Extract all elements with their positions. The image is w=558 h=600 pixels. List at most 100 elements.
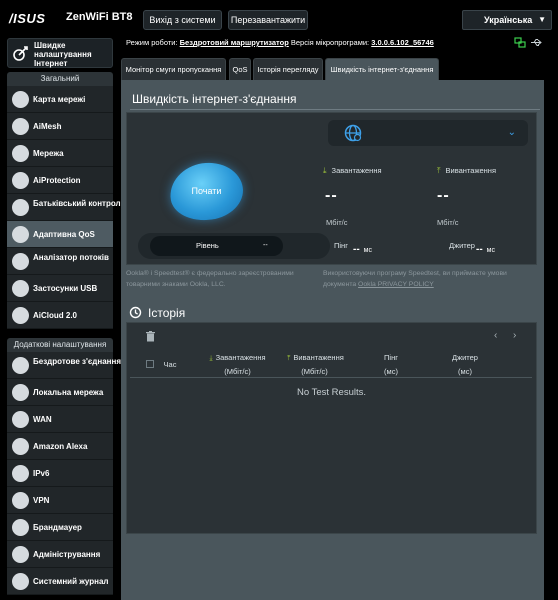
sidebar-item[interactable]: Бездротове з'єднання	[7, 352, 121, 379]
sidebar-item[interactable]: IPv6	[7, 460, 113, 487]
upload-arrow-icon: ⤒	[437, 166, 441, 175]
sidebar-item[interactable]: VPN	[7, 487, 113, 514]
usb-apps-icon	[12, 280, 29, 297]
wan-icon	[12, 411, 29, 428]
col-upload: ⤒ Вивантаження	[283, 352, 348, 364]
aimesh-status-icon[interactable]	[514, 37, 526, 48]
sidebar-item[interactable]: Карта мережі	[7, 86, 113, 113]
tab-internet-speed[interactable]: Швидкість інтернет-з'єднання	[325, 58, 439, 80]
upload-label: Вивантаження	[445, 166, 497, 175]
chevron-right-icon[interactable]: ›	[513, 330, 516, 341]
col-upload-unit: (Мбіт/с)	[301, 367, 328, 376]
sidebar-item-label: AiCloud 2.0	[33, 311, 78, 320]
aiprotection-icon	[12, 172, 29, 189]
tab-bandwidth-monitor[interactable]: Монітор смуги пропускання	[121, 58, 226, 80]
upload-label-row: ⤒ Вивантаження	[437, 166, 496, 176]
reboot-button[interactable]: Перезавантажити	[228, 10, 308, 30]
general-header: Загальний	[7, 72, 113, 86]
ookla-trademark-note: Ookla® і Speedtest® є федерально зареєст…	[126, 270, 294, 288]
logout-button[interactable]: Вихід з системи	[143, 10, 222, 30]
trash-icon[interactable]	[146, 331, 155, 342]
sidebar-item-label: AiProtection	[33, 176, 81, 185]
download-unit: Мбіт/с	[326, 218, 348, 227]
page-title: Швидкість інтернет-з'єднання	[132, 92, 297, 106]
vpn-icon	[12, 492, 29, 509]
ipv6-icon	[12, 465, 29, 482]
sidebar-item[interactable]: Мережа	[7, 140, 113, 167]
model-name: ZenWiFi BT8	[66, 11, 133, 23]
tab-qos[interactable]: QoS	[229, 58, 251, 80]
download-arrow-icon: ⤓	[323, 166, 327, 175]
sidebar-item[interactable]: Аналізатор потоків	[7, 248, 113, 275]
sidebar-item[interactable]: Застосунки USB	[7, 275, 113, 302]
aimesh-icon	[12, 118, 29, 135]
col-time: Час	[163, 360, 177, 369]
ping-value-row: -- мс	[347, 244, 372, 255]
col-ping-unit: (мс)	[384, 367, 398, 376]
go-button[interactable]: Почати	[166, 158, 247, 225]
col-download: ⤓ Завантаження	[205, 352, 270, 364]
sidebar-item[interactable]: Amazon Alexa	[7, 433, 113, 460]
chevron-left-icon[interactable]: ‹	[494, 330, 497, 341]
network-icon	[12, 145, 29, 162]
system-log-icon	[12, 573, 29, 590]
col-jitter: Джитер	[452, 353, 478, 362]
sidebar-item-label: VPN	[33, 496, 50, 505]
download-value: --	[325, 187, 338, 204]
col-jitter-unit: (мс)	[458, 367, 472, 376]
chevron-down-icon: ▼	[538, 15, 546, 24]
jitter-unit: мс	[486, 247, 495, 254]
sidebar-item-label: Бездротове з'єднання	[33, 357, 121, 366]
upload-value: --	[437, 187, 450, 204]
history-title: Історія	[148, 306, 186, 320]
sidebar-item[interactable]: Системний журнал	[7, 568, 113, 595]
go-button-label: Почати	[191, 186, 222, 196]
mode-value-link[interactable]: Бездротовий маршрутизатор	[180, 38, 289, 47]
ping-unit: мс	[363, 247, 372, 254]
quick-setup-icon	[13, 46, 28, 61]
download-label: Завантаження	[331, 166, 382, 175]
privacy-policy-link[interactable]: Ookla PRIVACY POLICY	[358, 281, 434, 288]
sidebar-item[interactable]: Локальна мережа	[7, 379, 113, 406]
sidebar-item-label: Мережа	[33, 149, 64, 158]
sidebar-item[interactable]: AiCloud 2.0	[7, 302, 113, 329]
language-select[interactable]: Українська ▼	[462, 10, 552, 30]
sidebar-item[interactable]: Адаптивна QoS	[7, 221, 113, 248]
history-icon	[129, 306, 142, 319]
col-upload-label: Вивантаження	[293, 353, 344, 362]
firmware-label: Версія мікропрограми:	[290, 38, 370, 47]
usb-status-icon[interactable]	[530, 37, 542, 48]
traffic-analyzer-icon	[12, 253, 29, 270]
tab-web-history[interactable]: Історія перегляду	[253, 58, 323, 80]
administration-icon	[12, 546, 29, 563]
sidebar-item[interactable]: Батьківський контроль	[7, 194, 126, 221]
chevron-down-icon: ⌄	[507, 127, 516, 138]
language-value: Українська	[484, 15, 533, 25]
advanced-nav-list: Бездротове з'єднання Локальна мережа WAN Am…	[7, 352, 121, 595]
network-map-icon	[12, 91, 29, 108]
wireless-icon	[12, 357, 29, 374]
firmware-value-link[interactable]: 3.0.0.6.102_56746	[371, 38, 434, 47]
jitter-value-row: -- мс	[470, 244, 495, 255]
sidebar-item[interactable]: Адміністрування	[7, 541, 113, 568]
server-select[interactable]: ⌄	[328, 120, 528, 146]
col-ping: Пінг	[384, 353, 398, 362]
sidebar-item-label: AiMesh	[33, 122, 62, 131]
asus-logo[interactable]: /ISUS	[9, 11, 45, 26]
globe-icon	[344, 124, 362, 142]
sidebar-item[interactable]: AiMesh	[7, 113, 113, 140]
sidebar-item[interactable]: Брандмауер	[7, 514, 113, 541]
title-divider	[130, 109, 540, 110]
sidebar-item[interactable]: AiProtection	[7, 167, 113, 194]
sidebar-item-label: Локальна мережа	[33, 388, 104, 397]
select-all-checkbox[interactable]	[146, 360, 154, 368]
sidebar-item-label: Системний журнал	[33, 577, 109, 586]
download-arrow-icon: ⤓	[209, 355, 213, 362]
quick-setup-label: Швидке налаштування Інтернет	[34, 41, 92, 68]
sidebar-item[interactable]: WAN	[7, 406, 113, 433]
sidebar: Швидке налаштування Інтернет Загальний К…	[7, 38, 126, 600]
empty-results-message: No Test Results.	[297, 387, 366, 398]
level-value: --	[263, 242, 268, 249]
quick-internet-setup-button[interactable]: Швидке налаштування Інтернет	[7, 38, 113, 68]
general-nav-list: Карта мережі AiMesh Мережа AiProtection Бать…	[7, 86, 126, 329]
